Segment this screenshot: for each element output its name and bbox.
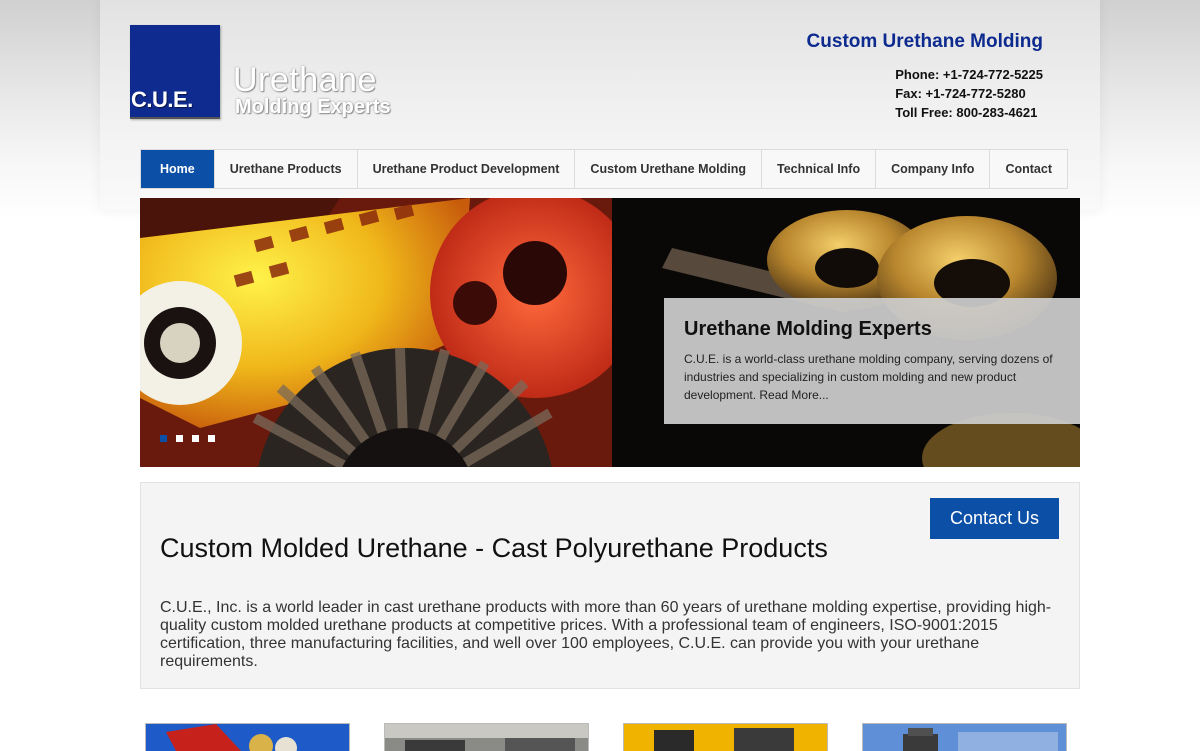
slider-dots <box>160 435 215 442</box>
thumbnail-2[interactable] <box>384 723 589 751</box>
hero-caption-body[interactable]: C.U.E. is a world-class urethane molding… <box>684 350 1064 404</box>
page-heading: Custom Molded Urethane - Cast Polyuretha… <box>160 533 828 563</box>
intro-paragraph: C.U.E., Inc. is a world leader in cast u… <box>160 599 1052 670</box>
nav-item-custom-molding[interactable]: Custom Urethane Molding <box>575 150 762 188</box>
nav-item-urethane-products[interactable]: Urethane Products <box>214 150 358 188</box>
hero-image-parts-left <box>140 198 612 467</box>
nav-item-home[interactable]: Home <box>141 150 215 188</box>
main-nav: Home Urethane Products Urethane Product … <box>140 149 1068 189</box>
nav-item-contact[interactable]: Contact <box>990 150 1067 188</box>
thumbnail-4[interactable] <box>862 723 1067 751</box>
hero-slider[interactable]: Urethane Molding Experts C.U.E. is a wor… <box>140 198 1080 467</box>
logo-badge: C.U.E. <box>130 25 220 119</box>
contact-us-button[interactable]: Contact Us <box>930 498 1059 539</box>
header-title: Custom Urethane Molding <box>806 31 1043 52</box>
slider-dot-2[interactable] <box>176 435 183 442</box>
thumbnail-1[interactable] <box>145 723 350 751</box>
logo-badge-text: C.U.E. <box>131 87 193 112</box>
header-contact-info: Phone: +1-724-772-5225 Fax: +1-724-772-5… <box>895 65 1043 122</box>
slider-dot-3[interactable] <box>192 435 199 442</box>
logo-word-urethane: Urethane <box>233 61 377 99</box>
nav-item-company-info[interactable]: Company Info <box>876 150 991 188</box>
page-container: C.U.E. Urethane Molding Experts Custom U… <box>100 0 1100 751</box>
header-tollfree: Toll Free: 800-283-4621 <box>895 105 1038 120</box>
header-fax: Fax: +1-724-772-5280 <box>895 86 1026 101</box>
hero-caption-title: Urethane Molding Experts <box>684 318 932 340</box>
logo-word-molding-experts: Molding Experts <box>235 96 391 118</box>
header-phone: Phone: +1-724-772-5225 <box>895 67 1043 82</box>
nav-item-product-development[interactable]: Urethane Product Development <box>357 150 576 188</box>
site-logo[interactable]: C.U.E. Urethane Molding Experts <box>130 25 400 120</box>
nav-item-technical-info[interactable]: Technical Info <box>761 150 877 188</box>
slider-dot-4[interactable] <box>208 435 215 442</box>
thumbnail-3[interactable] <box>623 723 828 751</box>
hero-caption: Urethane Molding Experts C.U.E. is a wor… <box>664 298 1080 424</box>
intro-section: Contact Us Custom Molded Urethane - Cast… <box>140 482 1080 689</box>
slider-dot-1[interactable] <box>160 435 167 442</box>
